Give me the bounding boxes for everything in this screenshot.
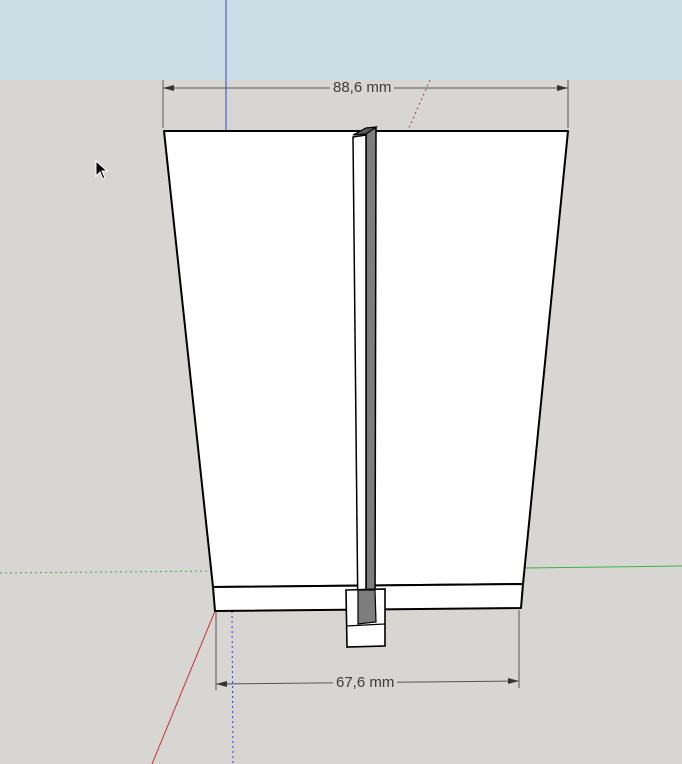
central-rib-shadow-side — [365, 126, 377, 627]
3d-viewport[interactable] — [0, 0, 682, 764]
dimension-top-label: 88,6 mm — [330, 80, 395, 96]
dimension-bottom-label: 67,6 mm — [333, 675, 398, 691]
arrow-pointer-icon — [95, 160, 109, 180]
foot-block-slot — [357, 589, 377, 625]
sky-background — [0, 0, 682, 80]
